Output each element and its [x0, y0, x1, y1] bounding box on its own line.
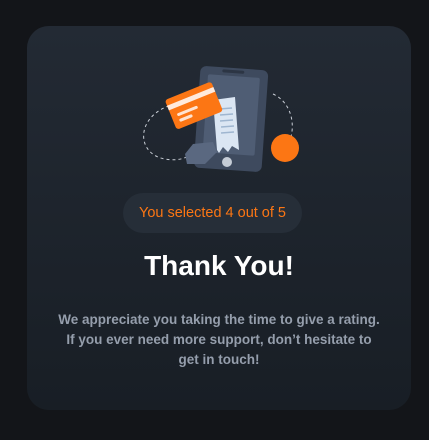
rating-result-text: You selected 4 out of 5	[139, 205, 286, 221]
thank-you-message: We appreciate you taking the time to giv…	[58, 312, 380, 367]
page-title: Thank You!	[144, 250, 294, 281]
payment-illustration	[143, 66, 299, 172]
rating-result-badge: You selected 4 out of 5	[123, 193, 302, 233]
thank-you-card: You selected 4 out of 5 Thank You! We ap…	[27, 26, 411, 410]
accent-dot	[271, 134, 299, 162]
